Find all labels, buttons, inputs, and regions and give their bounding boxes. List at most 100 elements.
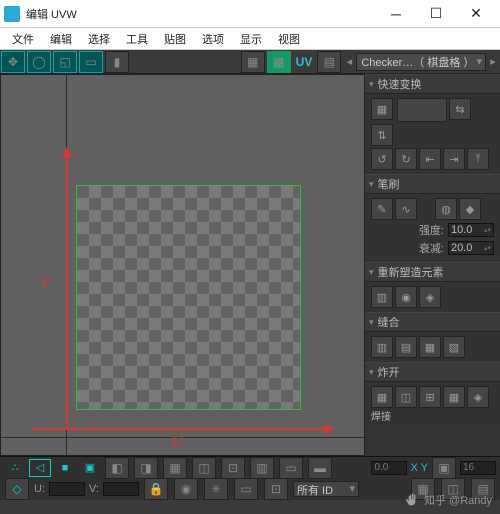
rotate-ccw-icon[interactable]: ↺ <box>371 148 393 170</box>
stitch-d-icon[interactable]: ▧ <box>443 336 465 358</box>
close-button[interactable]: ✕ <box>456 0 496 28</box>
vertex-mode[interactable]: ∴ <box>4 459 26 477</box>
sel-tool-d[interactable]: ◫ <box>192 457 216 479</box>
strength-label: 强度: <box>419 222 444 238</box>
explode-b-icon[interactable]: ◫ <box>395 386 417 408</box>
checker-icon[interactable]: ▦ <box>241 51 265 73</box>
freeform-tool[interactable]: ▭ <box>79 51 103 73</box>
v-value[interactable] <box>103 482 139 496</box>
lock-icon[interactable]: 🔒 <box>144 478 168 500</box>
selection-toolbar: ∴ ◁ ■ ▣ ◧ ◨ ▦ ◫ ⊡ ▥ ▭ ▬ 0.0 X Y ▣ 16 <box>0 456 500 478</box>
uv-viewport[interactable]: V U <box>0 74 364 456</box>
u-axis-label: U <box>171 435 183 453</box>
menu-select[interactable]: 选择 <box>80 31 118 47</box>
v-axis-label: V <box>41 275 51 293</box>
relax-icon[interactable]: ∿ <box>395 198 417 220</box>
sel-tool-b[interactable]: ◨ <box>134 457 158 479</box>
snap-icon[interactable]: ◇ <box>5 478 29 500</box>
sel-tool-e[interactable]: ⊡ <box>221 457 245 479</box>
element-mode[interactable]: ▣ <box>79 459 101 477</box>
section-reshape[interactable]: 重新塑造元素 <box>365 262 500 282</box>
section-stitch[interactable]: 缝合 <box>365 312 500 332</box>
prev-map-button[interactable]: ◂ <box>342 55 356 68</box>
quick-transform-body: ▦ ⇆ ⇅ ↺ ↻ ⇤ ⇥ ⤒ <box>365 94 500 174</box>
status-bar: ◇ U: V: 🔒 ◉ ✳ ▭ ⊡ 所有 ID ▦ ◫ ▤ <box>0 478 500 500</box>
main-area: V U 快速变换 ▦ ⇆ ⇅ ↺ ↻ ⇤ ⇥ ⤒ 笔刷 ✎ <box>0 74 500 456</box>
face-mode[interactable]: ■ <box>54 459 76 477</box>
u-label: U: <box>34 483 45 495</box>
stat-f-icon[interactable]: ◫ <box>441 478 465 500</box>
menu-view[interactable]: 视图 <box>270 31 308 47</box>
brush-a-icon[interactable]: ◍ <box>435 198 457 220</box>
cube-icon[interactable]: ◈ <box>419 286 441 308</box>
sel-tool-c[interactable]: ▦ <box>163 457 187 479</box>
menu-mapping[interactable]: 贴图 <box>156 31 194 47</box>
menu-options[interactable]: 选项 <box>194 31 232 47</box>
next-map-button[interactable]: ▸ <box>486 55 500 68</box>
menu-edit[interactable]: 编辑 <box>42 31 80 47</box>
stat-d-icon[interactable]: ⊡ <box>264 478 288 500</box>
stat-g-icon[interactable]: ▤ <box>471 478 495 500</box>
u-value[interactable] <box>49 482 85 496</box>
sel-tool-a[interactable]: ◧ <box>105 457 129 479</box>
falloff-row: 衰减: 20.0 <box>371 240 494 256</box>
section-explode[interactable]: 炸开 <box>365 362 500 382</box>
mirror-tool[interactable]: ▮ <box>105 51 129 73</box>
id-dropdown[interactable]: 所有 ID <box>293 481 359 497</box>
align-right-icon[interactable]: ⇥ <box>443 148 465 170</box>
top-toolbar: ✥ ◯ ◱ ▭ ▮ ▦ ▦ UV ▤ ◂ Checker…（ 棋盘格 ） ▸ <box>0 50 500 74</box>
align-icon[interactable]: ▦ <box>371 98 393 120</box>
stitch-b-icon[interactable]: ▤ <box>395 336 417 358</box>
uv-shell[interactable] <box>76 185 301 410</box>
section-quick-transform[interactable]: 快速变换 <box>365 74 500 94</box>
sel-tool-h[interactable]: ▬ <box>308 457 332 479</box>
brush-b-icon[interactable]: ◆ <box>459 198 481 220</box>
rotate-cw-icon[interactable]: ↻ <box>395 148 417 170</box>
strength-spinner[interactable]: 10.0 <box>448 223 494 237</box>
map-dropdown[interactable]: Checker…（ 棋盘格 ） <box>356 53 486 71</box>
straighten-icon[interactable]: ▥ <box>371 286 393 308</box>
explode-d-icon[interactable]: ▦ <box>443 386 465 408</box>
minimize-button[interactable]: ─ <box>376 0 416 28</box>
fill-icon[interactable]: ▦ <box>267 51 291 73</box>
falloff-label: 衰减: <box>419 240 444 256</box>
vflip-icon[interactable]: ⇅ <box>371 124 393 146</box>
maximize-button[interactable]: ☐ <box>416 0 456 28</box>
count-spinner[interactable]: 16 <box>460 461 496 475</box>
falloff-spinner[interactable]: 20.0 <box>448 241 494 255</box>
strength-row: 强度: 10.0 <box>371 222 494 238</box>
hflip-icon[interactable]: ⇆ <box>449 98 471 120</box>
explode-e-icon[interactable]: ◈ <box>467 386 489 408</box>
section-brush[interactable]: 笔刷 <box>365 174 500 194</box>
align-slider[interactable] <box>397 98 447 122</box>
sel-tool-g[interactable]: ▭ <box>279 457 303 479</box>
options-icon[interactable]: ▤ <box>317 51 341 73</box>
v-axis-arrow <box>66 150 68 430</box>
stat-b-icon[interactable]: ✳ <box>204 478 228 500</box>
stat-e-icon[interactable]: ▦ <box>411 478 435 500</box>
align-top-icon[interactable]: ⤒ <box>467 148 489 170</box>
stat-c-icon[interactable]: ▭ <box>234 478 258 500</box>
menu-tools[interactable]: 工具 <box>118 31 156 47</box>
stitch-c-icon[interactable]: ▦ <box>419 336 441 358</box>
stat-a-icon[interactable]: ◉ <box>174 478 198 500</box>
menu-display[interactable]: 显示 <box>232 31 270 47</box>
stitch-body: ▥ ▤ ▦ ▧ <box>365 332 500 362</box>
menu-file[interactable]: 文件 <box>4 31 42 47</box>
sel-lock-icon[interactable]: ▣ <box>432 457 456 479</box>
window-title: 编辑 UVW <box>26 6 376 22</box>
stitch-a-icon[interactable]: ▥ <box>371 336 393 358</box>
sel-tool-f[interactable]: ▥ <box>250 457 274 479</box>
coord-spinner[interactable]: 0.0 <box>371 461 407 475</box>
edge-mode[interactable]: ◁ <box>29 459 51 477</box>
rotate-tool[interactable]: ◯ <box>27 51 51 73</box>
align-left-icon[interactable]: ⇤ <box>419 148 441 170</box>
explode-body: ▦ ◫ ⊞ ▦ ◈ 焊接 <box>365 382 500 427</box>
side-panel: 快速变换 ▦ ⇆ ⇅ ↺ ↻ ⇤ ⇥ ⤒ 笔刷 ✎ ∿ ◍ <box>364 74 500 456</box>
explode-c-icon[interactable]: ⊞ <box>419 386 441 408</box>
scale-tool[interactable]: ◱ <box>53 51 77 73</box>
move-tool[interactable]: ✥ <box>1 51 25 73</box>
relax-shell-icon[interactable]: ◉ <box>395 286 417 308</box>
explode-a-icon[interactable]: ▦ <box>371 386 393 408</box>
paint-icon[interactable]: ✎ <box>371 198 393 220</box>
